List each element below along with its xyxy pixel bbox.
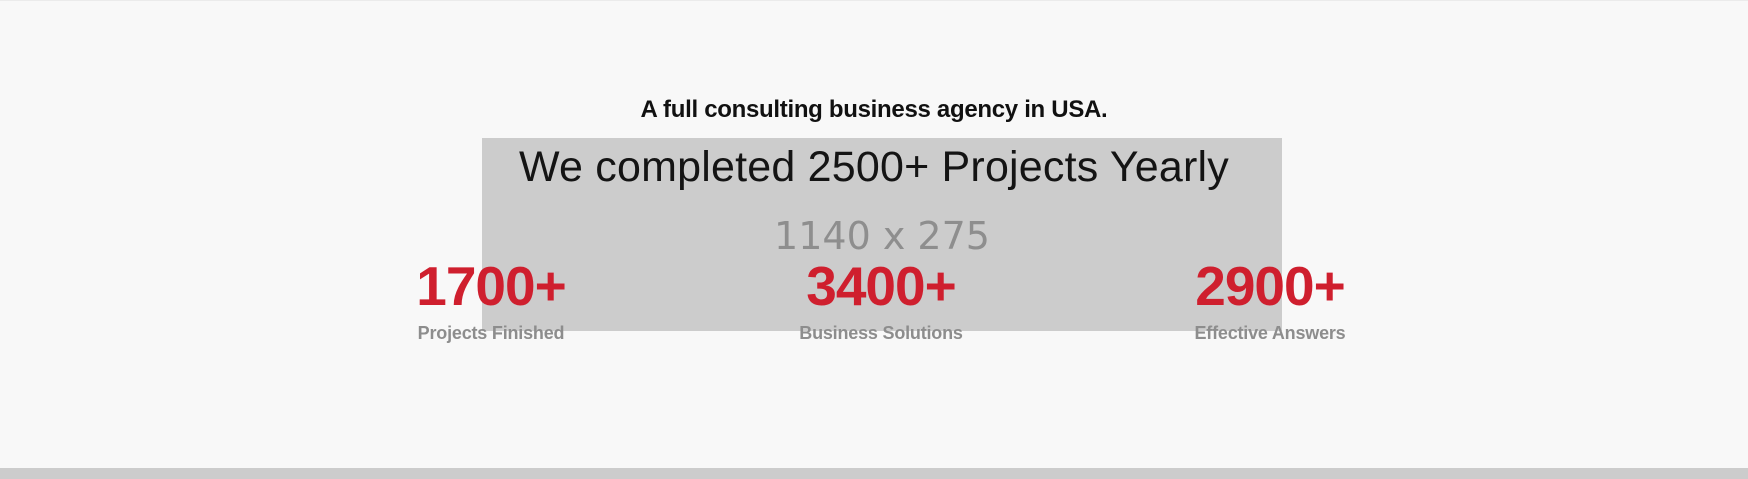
stat-value: 3400+: [806, 255, 956, 317]
section-headline: We completed 2500+ Projects Yearly: [519, 143, 1229, 191]
stat-label: Business Solutions: [799, 323, 963, 343]
placeholder-size-label: 1140 x 275: [774, 214, 990, 258]
stat-value: 2900+: [1195, 255, 1345, 317]
stat-effective-answers: 2900+ Effective Answers: [1140, 255, 1400, 344]
stat-label: Effective Answers: [1194, 323, 1346, 343]
stat-value: 1700+: [416, 255, 566, 317]
stat-business-solutions: 3400+ Business Solutions: [751, 255, 1011, 344]
stat-label: Projects Finished: [417, 323, 565, 343]
stat-projects-finished: 1700+ Projects Finished: [361, 255, 621, 344]
bottom-band: [0, 468, 1748, 479]
top-divider: [0, 0, 1748, 1]
section-subtitle: A full consulting business agency in USA…: [640, 96, 1108, 123]
